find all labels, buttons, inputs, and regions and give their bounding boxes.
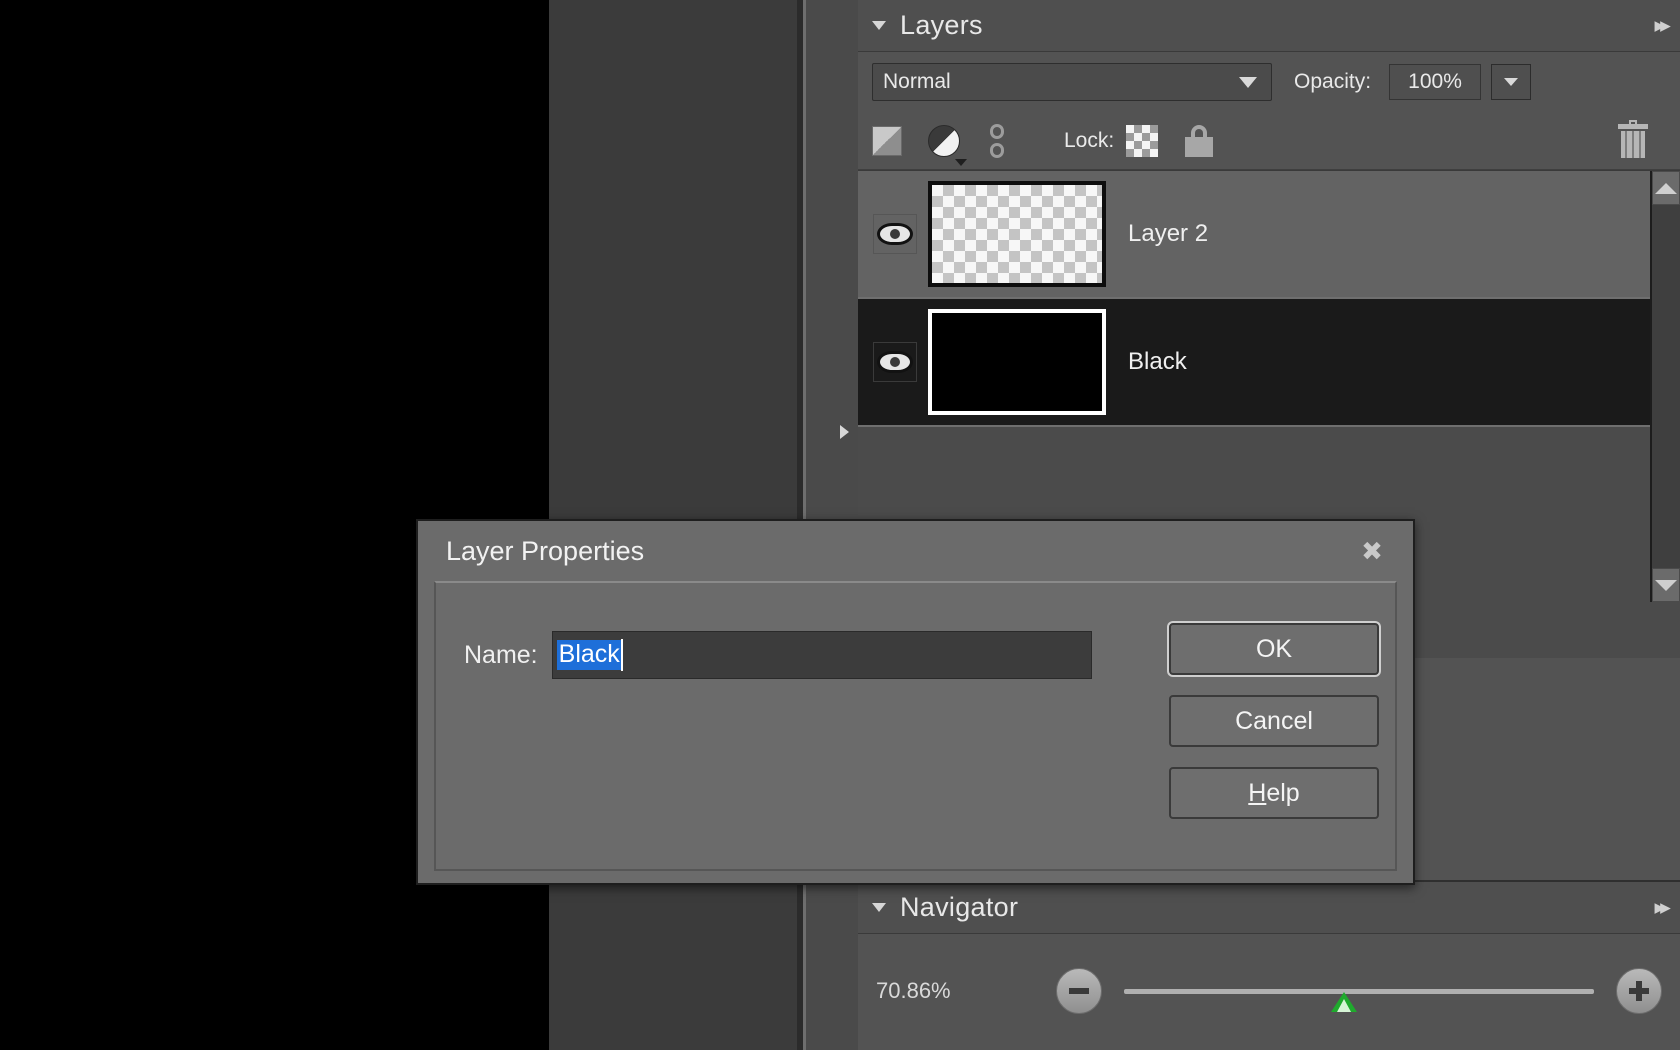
- navigator-panel-header[interactable]: Navigator ▸▸: [858, 880, 1680, 934]
- help-button[interactable]: Help: [1169, 767, 1379, 819]
- eye-icon[interactable]: [877, 223, 913, 245]
- opacity-label: Opacity:: [1294, 70, 1372, 93]
- triangle-down-icon[interactable]: [872, 903, 886, 912]
- blend-mode-value: Normal: [883, 70, 951, 93]
- zoom-slider-handle[interactable]: [1330, 992, 1357, 1012]
- application-window: Layers ▸▸ Normal Opacity: 100% Lock: Lay…: [0, 0, 1680, 1050]
- zoom-level-value: 70.86%: [876, 978, 951, 1003]
- triangle-up-icon: [1655, 182, 1677, 194]
- zoom-slider-track: [1124, 988, 1594, 994]
- layer-visibility-toggle[interactable]: [866, 214, 924, 254]
- layers-scrollbar[interactable]: [1650, 171, 1680, 602]
- layers-controls-row: Normal Opacity: 100%: [858, 52, 1680, 112]
- table-row[interactable]: Layer 2: [858, 171, 1680, 299]
- opacity-value: 100%: [1408, 70, 1462, 93]
- eye-icon[interactable]: [877, 351, 913, 373]
- text-cursor: [620, 639, 623, 671]
- padlock-icon[interactable]: [1184, 124, 1214, 157]
- link-chain-icon[interactable]: [986, 123, 1008, 158]
- name-field-row: Name: Black: [464, 631, 1092, 679]
- layer-name-label[interactable]: Black: [1128, 348, 1187, 376]
- layers-panel-header[interactable]: Layers ▸▸: [858, 0, 1680, 52]
- triangle-down-icon[interactable]: [955, 158, 967, 166]
- double-chevron-right-icon[interactable]: ▸▸: [1655, 896, 1670, 919]
- triangle-down-icon: [1655, 579, 1677, 591]
- dialog-title: Layer Properties: [446, 535, 645, 566]
- panel-expander-arrow-icon[interactable]: [836, 418, 852, 446]
- double-chevron-right-icon[interactable]: ▸▸: [1655, 14, 1670, 37]
- opacity-stepper[interactable]: [1491, 64, 1532, 100]
- dialog-button-group: OK Cancel Help: [1169, 623, 1379, 819]
- adjustment-half-circle-icon[interactable]: [928, 124, 967, 166]
- layer-name-label[interactable]: Layer 2: [1128, 220, 1208, 248]
- dialog-title-bar[interactable]: Layer Properties ✖: [418, 521, 1413, 581]
- blend-mode-select[interactable]: Normal: [872, 63, 1272, 101]
- chevron-down-icon: [1504, 78, 1519, 86]
- layers-lock-row: Lock:: [858, 112, 1680, 170]
- plus-circle-icon[interactable]: [1616, 968, 1662, 1014]
- lock-label: Lock:: [1064, 128, 1115, 152]
- cancel-button[interactable]: Cancel: [1169, 695, 1379, 747]
- table-row[interactable]: Black: [858, 299, 1680, 427]
- chevron-down-icon[interactable]: [1239, 76, 1257, 88]
- navigator-body: 70.86%: [858, 934, 1680, 1048]
- layer-thumbnail[interactable]: [928, 309, 1106, 415]
- panel-title: Layers: [900, 10, 983, 40]
- dialog-body: Name: Black OK Cancel Help: [434, 581, 1397, 871]
- name-input-value: Black: [556, 640, 621, 670]
- opacity-input[interactable]: 100%: [1389, 64, 1482, 100]
- close-x-icon[interactable]: ✖: [1357, 536, 1387, 566]
- trash-icon[interactable]: [1618, 119, 1648, 158]
- layer-name-input[interactable]: Black: [551, 631, 1092, 679]
- name-label: Name:: [464, 640, 538, 669]
- panel-title: Navigator: [900, 892, 1019, 922]
- triangle-down-icon[interactable]: [872, 21, 886, 30]
- checkerboard-icon[interactable]: [1126, 124, 1159, 157]
- navigator-panel: Navigator ▸▸ 70.86%: [858, 880, 1680, 1050]
- layer-style-icon[interactable]: [872, 125, 902, 156]
- zoom-slider[interactable]: [1124, 971, 1594, 1012]
- layer-visibility-toggle[interactable]: [866, 342, 924, 382]
- scroll-down-button[interactable]: [1652, 568, 1680, 602]
- layer-properties-dialog: Layer Properties ✖ Name: Black OK Cancel…: [416, 519, 1415, 885]
- minus-circle-icon[interactable]: [1056, 968, 1102, 1014]
- scroll-up-button[interactable]: [1652, 171, 1680, 205]
- ok-button[interactable]: OK: [1169, 623, 1379, 675]
- layer-thumbnail[interactable]: [928, 181, 1106, 287]
